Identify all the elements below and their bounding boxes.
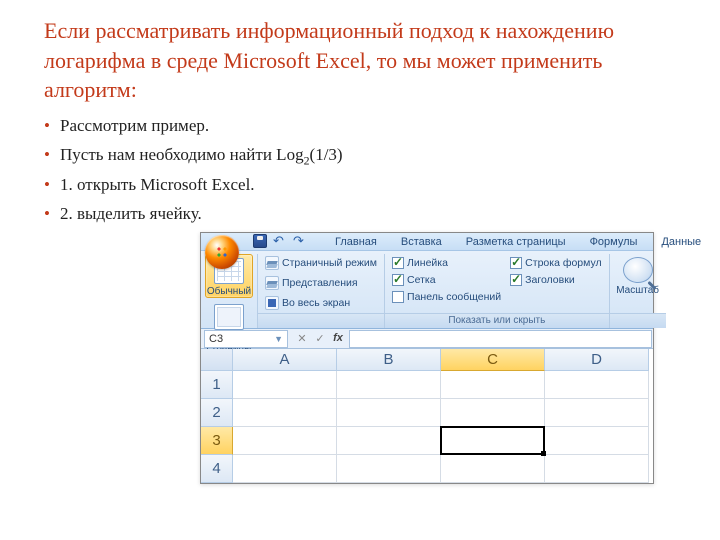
formula-buttons: ✕ ✓ fx — [291, 332, 349, 345]
checkbox-icon — [392, 291, 404, 303]
label: Представления — [282, 277, 358, 289]
label: Обычный — [207, 286, 251, 297]
checkbox-icon — [510, 257, 522, 269]
bullet-text-post: (1/3) — [310, 145, 343, 164]
group-show-hide: Линейка Сетка Панель сообщений Строка фо… — [385, 254, 610, 328]
cell-A1[interactable] — [233, 371, 337, 399]
excel-window: ↶ ↷ Главная Вставка Разметка страницы Фо… — [200, 232, 654, 484]
cell-A4[interactable] — [233, 455, 337, 483]
formula-input[interactable] — [349, 330, 652, 348]
row-header-4[interactable]: 4 — [201, 455, 233, 483]
tab-formulas[interactable]: Формулы — [580, 233, 648, 250]
label: Панель сообщений — [407, 291, 501, 303]
checkbox-icon — [510, 274, 522, 286]
message-bar-checkbox[interactable]: Панель сообщений — [389, 288, 504, 305]
page-break-preview-button[interactable]: Страничный режим — [262, 254, 380, 271]
label: Заголовки — [525, 274, 575, 286]
office-button[interactable] — [205, 235, 239, 269]
checkbox-icon — [392, 274, 404, 286]
label: Сетка — [407, 274, 436, 286]
bullet-item: 2. выделить ячейку. — [44, 203, 688, 226]
tab-insert[interactable]: Вставка — [391, 233, 452, 250]
fullscreen-icon — [265, 296, 279, 310]
views-icon — [265, 276, 279, 290]
bullet-list: Рассмотрим пример. Пусть нам необходимо … — [44, 115, 688, 226]
name-box[interactable]: C3 ▼ — [204, 330, 288, 348]
select-all-corner[interactable] — [201, 349, 233, 371]
redo-icon[interactable]: ↷ — [293, 234, 307, 248]
checkbox-icon — [392, 257, 404, 269]
group-caption — [610, 313, 666, 328]
gridlines-checkbox[interactable]: Сетка — [389, 271, 504, 288]
slide-heading: Если рассматривать информационный подход… — [44, 16, 688, 105]
quick-access-toolbar: ↶ ↷ — [247, 232, 313, 250]
cell-C3[interactable] — [440, 426, 545, 455]
tab-page-layout[interactable]: Разметка страницы — [456, 233, 576, 250]
row-header-3[interactable]: 3 — [201, 427, 233, 455]
col-header-C[interactable]: C — [441, 349, 545, 371]
headings-checkbox[interactable]: Заголовки — [507, 271, 604, 288]
row-header-1[interactable]: 1 — [201, 371, 233, 399]
group-zoom: Масштаб — [610, 254, 666, 328]
zoom-button[interactable]: Масштаб — [614, 254, 662, 296]
cell-D1[interactable] — [545, 371, 649, 399]
full-screen-button[interactable]: Во весь экран — [262, 294, 353, 311]
layout-icon — [214, 304, 244, 330]
col-header-B[interactable]: B — [337, 349, 441, 371]
name-box-value: C3 — [209, 333, 223, 345]
enter-icon[interactable]: ✓ — [313, 332, 327, 345]
cell-C2[interactable] — [441, 399, 545, 427]
tab-review[interactable]: Рецензировани — [715, 233, 720, 250]
col-header-A[interactable]: A — [233, 349, 337, 371]
undo-icon[interactable]: ↶ — [273, 234, 287, 248]
bullet-item: Рассмотрим пример. — [44, 115, 688, 138]
bullet-item: Пусть нам необходимо найти Log2(1/3) — [44, 144, 688, 168]
ribbon-tabs: Главная Вставка Разметка страницы Формул… — [325, 233, 720, 250]
cell-C1[interactable] — [441, 371, 545, 399]
custom-views-button[interactable]: Представления — [262, 274, 361, 291]
cell-A3[interactable] — [233, 427, 337, 455]
ruler-checkbox[interactable]: Линейка — [389, 254, 504, 271]
cell-C4[interactable] — [441, 455, 545, 483]
dropdown-icon: ▼ — [274, 334, 283, 344]
group-view-modes: Страничный режим Представления Во весь э… — [258, 254, 385, 328]
fx-icon[interactable]: fx — [331, 332, 345, 345]
cell-A2[interactable] — [233, 399, 337, 427]
bullet-text: Пусть нам необходимо найти Log — [60, 145, 304, 164]
pagebreak-icon — [265, 256, 279, 270]
group-caption — [258, 313, 384, 328]
cell-D4[interactable] — [545, 455, 649, 483]
cell-D2[interactable] — [545, 399, 649, 427]
col-header-D[interactable]: D — [545, 349, 649, 371]
label: Во весь экран — [282, 297, 350, 309]
label: Строка формул — [525, 257, 601, 269]
cell-B1[interactable] — [337, 371, 441, 399]
group-caption: Показать или скрыть — [385, 313, 609, 328]
worksheet-grid: A B C D 1 2 3 4 — [201, 349, 653, 483]
title-row: ↶ ↷ Главная Вставка Разметка страницы Фо… — [201, 233, 653, 251]
cell-B4[interactable] — [337, 455, 441, 483]
tab-data[interactable]: Данные — [651, 233, 711, 250]
formula-bar: C3 ▼ ✕ ✓ fx — [201, 329, 653, 349]
ribbon-body: Обычный Разметка страницы Режимы просмот… — [201, 251, 653, 329]
cell-B3[interactable] — [337, 427, 441, 455]
save-icon[interactable] — [253, 234, 267, 248]
cell-D3[interactable] — [545, 427, 649, 455]
cell-B2[interactable] — [337, 399, 441, 427]
cancel-icon[interactable]: ✕ — [295, 332, 309, 345]
row-header-2[interactable]: 2 — [201, 399, 233, 427]
tab-home[interactable]: Главная — [325, 233, 387, 250]
formula-bar-checkbox[interactable]: Строка формул — [507, 254, 604, 271]
bullet-item: 1. открыть Microsoft Excel. — [44, 174, 688, 197]
label: Страничный режим — [282, 257, 377, 269]
zoom-icon — [623, 257, 653, 283]
label: Линейка — [407, 257, 448, 269]
